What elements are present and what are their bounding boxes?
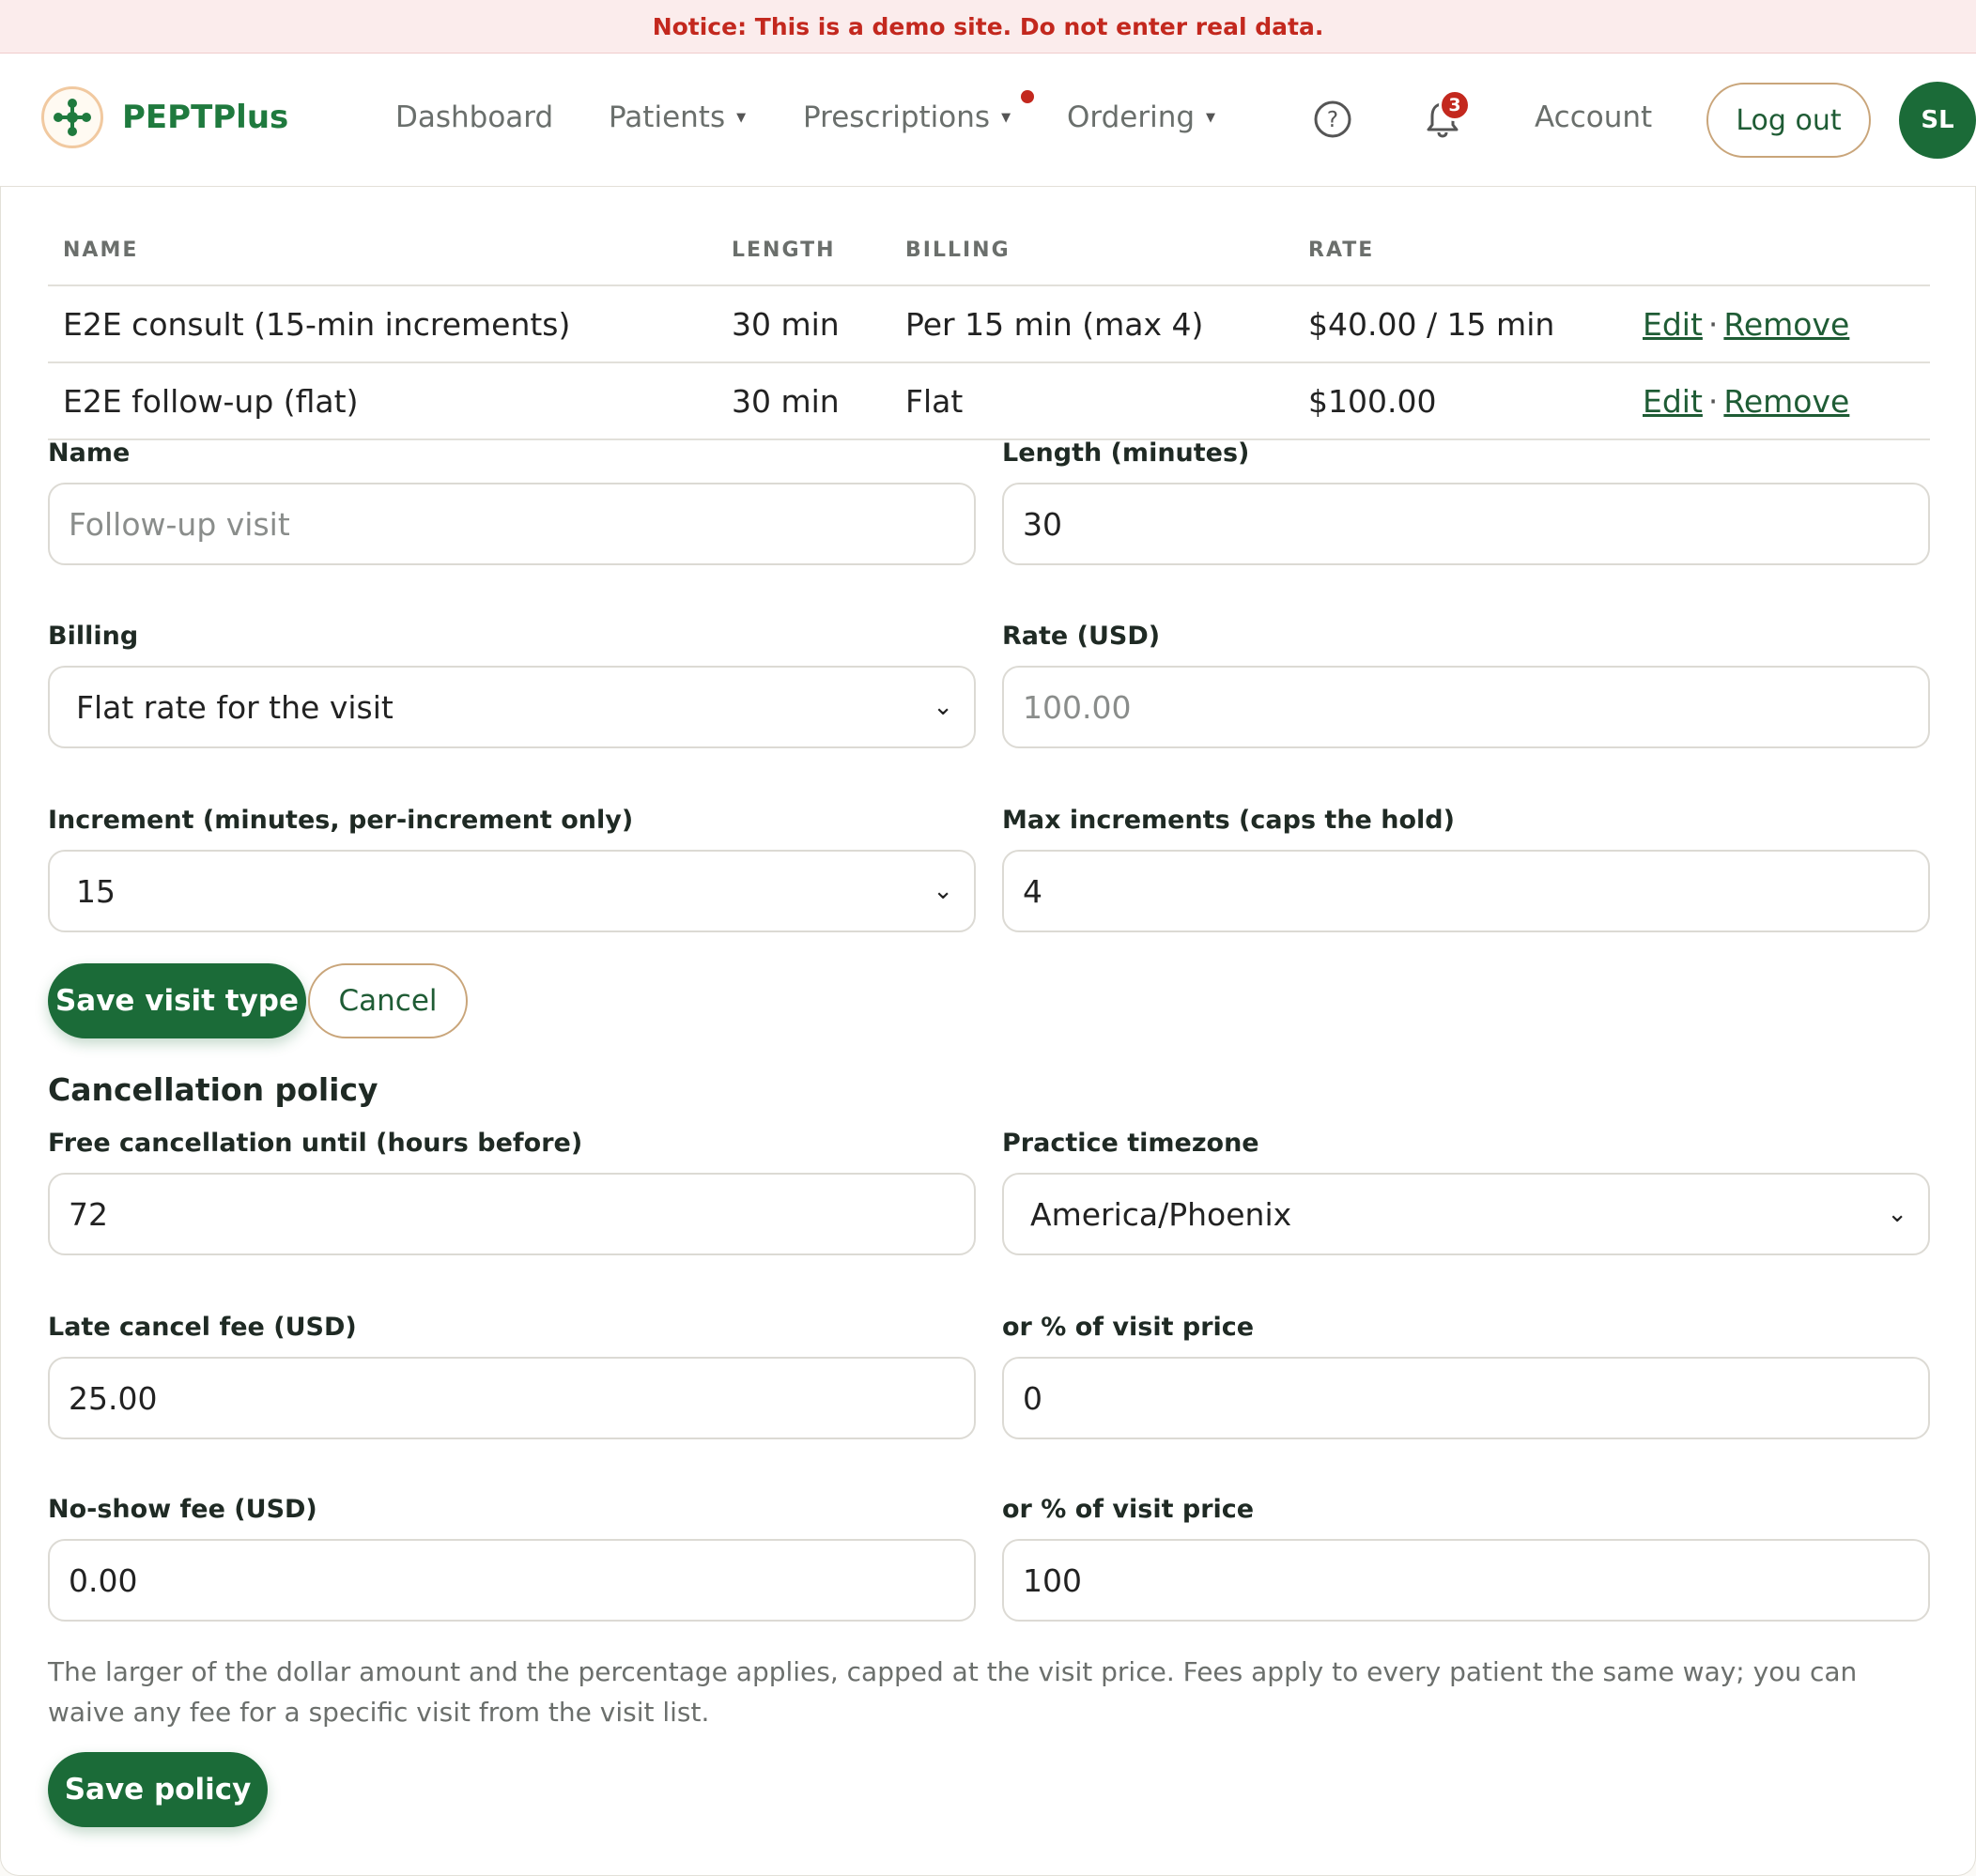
nav-dashboard[interactable]: Dashboard	[395, 97, 553, 138]
separator-dot: ·	[1707, 382, 1719, 420]
caret-down-icon: ▼	[1001, 110, 1011, 125]
name-label: Name	[48, 438, 131, 468]
edit-link[interactable]: Edit	[1643, 306, 1703, 343]
table-row: E2E consult (15-min increments) 30 min P…	[48, 285, 1930, 363]
nav-account[interactable]: Account	[1535, 97, 1652, 138]
billing-select-value: Flat rate for the visit	[76, 688, 394, 726]
table-header-row: NAME LENGTH BILLING RATE	[48, 215, 1930, 286]
visit-type-name: E2E follow-up (flat)	[48, 362, 717, 440]
chevron-down-icon: ⌄	[1887, 1200, 1907, 1228]
cancellation-policy-title: Cancellation policy	[48, 1071, 378, 1108]
chevron-down-icon: ⌄	[933, 877, 953, 905]
demo-notice-banner: Notice: This is a demo site. Do not ente…	[0, 0, 1976, 54]
chevron-down-icon: ⌄	[933, 693, 953, 721]
late-fee-input[interactable]: 25.00	[48, 1357, 976, 1439]
column-header-actions	[1628, 215, 1930, 286]
rate-input[interactable]: 100.00	[1002, 666, 1930, 748]
noshow-fee-label: No-show fee (USD)	[48, 1495, 317, 1524]
separator-dot: ·	[1707, 305, 1719, 343]
timezone-label: Practice timezone	[1002, 1129, 1259, 1158]
visit-type-name: E2E consult (15-min increments)	[48, 285, 717, 363]
column-header-billing: BILLING	[890, 215, 1293, 286]
nav-account-label: Account	[1535, 100, 1653, 134]
nav-ordering-label: Ordering	[1067, 100, 1196, 134]
length-label: Length (minutes)	[1002, 438, 1250, 468]
nav-patients-label: Patients	[609, 100, 726, 134]
svg-text:?: ?	[1327, 108, 1338, 132]
billing-select[interactable]: Flat rate for the visit ⌄	[48, 666, 976, 748]
increment-label: Increment (minutes, per-increment only)	[48, 806, 634, 835]
visit-type-length: 30 min	[717, 362, 890, 440]
column-header-length: LENGTH	[717, 215, 890, 286]
timezone-select-value: America/Phoenix	[1030, 1195, 1292, 1233]
nav-prescriptions[interactable]: Prescriptions ▼	[803, 97, 1011, 138]
demo-notice-text: Notice: This is a demo site. Do not ente…	[652, 12, 1324, 40]
max-increments-input[interactable]: 4	[1002, 850, 1930, 932]
edit-link[interactable]: Edit	[1643, 383, 1703, 420]
top-navbar: PEPTPlus Dashboard Patients ▼ Prescripti…	[0, 54, 1976, 187]
increment-select-value: 15	[76, 872, 116, 910]
visit-type-rate: $40.00 / 15 min	[1293, 285, 1628, 363]
max-increments-label: Max increments (caps the hold)	[1002, 806, 1455, 835]
nav-dashboard-label: Dashboard	[395, 100, 554, 134]
visit-type-length: 30 min	[717, 285, 890, 363]
noshow-pct-input[interactable]: 100	[1002, 1539, 1930, 1622]
visit-type-actions: Edit · Remove	[1628, 362, 1930, 440]
free-cancel-input[interactable]: 72	[48, 1173, 976, 1255]
increment-select[interactable]: 15 ⌄	[48, 850, 976, 932]
cancel-button[interactable]: Cancel	[308, 963, 468, 1038]
save-visit-type-button[interactable]: Save visit type	[48, 963, 306, 1038]
logout-button[interactable]: Log out	[1706, 83, 1871, 158]
remove-link[interactable]: Remove	[1723, 383, 1849, 420]
name-input[interactable]: Follow-up visit	[48, 483, 976, 565]
late-pct-input[interactable]: 0	[1002, 1357, 1930, 1439]
save-policy-button[interactable]: Save policy	[48, 1752, 268, 1827]
brand-name: PEPTPlus	[122, 99, 289, 136]
late-pct-label: or % of visit price	[1002, 1313, 1255, 1342]
noshow-fee-input[interactable]: 0.00	[48, 1539, 976, 1622]
help-circle-icon: ?	[1314, 100, 1351, 138]
free-cancel-label: Free cancellation until (hours before)	[48, 1129, 583, 1158]
notification-count-badge: 3	[1439, 89, 1471, 121]
table-row: E2E follow-up (flat) 30 min Flat $100.00…	[48, 362, 1930, 440]
settings-card: NAME LENGTH BILLING RATE E2E consult (15…	[0, 187, 1976, 1876]
remove-link[interactable]: Remove	[1723, 306, 1849, 343]
nav-prescriptions-label: Prescriptions	[803, 100, 991, 134]
nav-patients[interactable]: Patients ▼	[609, 97, 746, 138]
visit-type-rate: $100.00	[1293, 362, 1628, 440]
help-button[interactable]: ?	[1308, 95, 1357, 144]
visit-types-table: NAME LENGTH BILLING RATE E2E consult (15…	[48, 215, 1930, 440]
column-header-name: NAME	[48, 215, 717, 286]
late-fee-label: Late cancel fee (USD)	[48, 1313, 357, 1342]
caret-down-icon: ▼	[1206, 110, 1216, 125]
noshow-pct-label: or % of visit price	[1002, 1495, 1255, 1524]
visit-type-billing: Per 15 min (max 4)	[890, 285, 1293, 363]
billing-label: Billing	[48, 622, 139, 651]
length-input[interactable]: 30	[1002, 483, 1930, 565]
visit-type-billing: Flat	[890, 362, 1293, 440]
timezone-select[interactable]: America/Phoenix ⌄	[1002, 1173, 1930, 1255]
prescriptions-alert-dot	[1021, 90, 1034, 103]
rate-label: Rate (USD)	[1002, 622, 1161, 651]
nav-ordering[interactable]: Ordering ▼	[1067, 97, 1215, 138]
column-header-rate: RATE	[1293, 215, 1628, 286]
policy-help-text: The larger of the dollar amount and the …	[48, 1656, 1858, 1728]
visit-type-actions: Edit · Remove	[1628, 285, 1930, 363]
avatar[interactable]: SL	[1899, 82, 1976, 159]
brand[interactable]: PEPTPlus	[41, 85, 288, 149]
logo-icon	[41, 86, 103, 148]
caret-down-icon: ▼	[736, 110, 747, 125]
